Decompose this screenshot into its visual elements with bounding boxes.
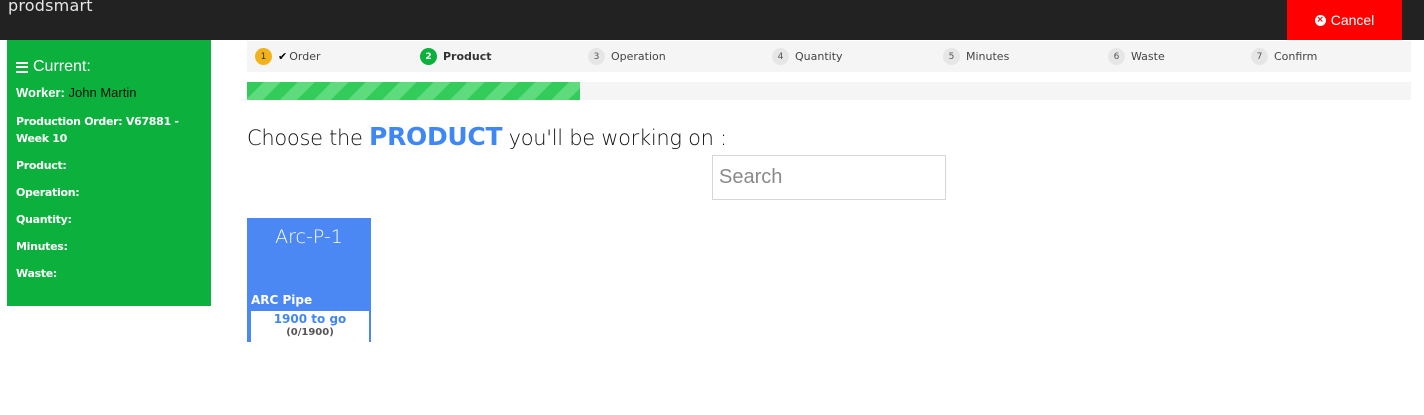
step-label: Operation — [611, 50, 666, 63]
page-heading: Choose the PRODUCT you'll be working on … — [247, 122, 727, 151]
worker-label: Worker: — [16, 85, 65, 100]
step-operation[interactable]: 3 Operation — [588, 48, 666, 65]
heading-text-post: you'll be working on : — [502, 126, 727, 150]
step-quantity[interactable]: 4 Quantity — [772, 48, 843, 65]
product-remaining: 1900 to go — [273, 312, 347, 326]
step-label: Product — [443, 50, 492, 63]
step-number: 5 — [943, 48, 960, 65]
product-count: (0/1900) — [286, 327, 334, 338]
search-input[interactable] — [712, 155, 946, 200]
wizard-progress-bar — [247, 82, 1411, 100]
worker-row: Worker: John Martin — [16, 85, 202, 100]
heading-keyword: PRODUCT — [369, 122, 503, 151]
product-name: ARC Pipe — [251, 293, 313, 307]
close-circle-icon: × — [1314, 14, 1326, 26]
summary-title-label: Current: — [33, 58, 91, 75]
current-summary-panel: Current: Worker: John Martin Production … — [7, 40, 211, 306]
waste-field: Waste: — [16, 267, 58, 280]
product-code: Arc-P-1 — [275, 226, 343, 248]
product-card[interactable]: Arc-P-1 ARC Pipe 1900 to go (0/1900) — [247, 218, 371, 342]
step-product[interactable]: 2 Product — [420, 48, 492, 65]
step-minutes[interactable]: 5 Minutes — [943, 48, 1009, 65]
wizard-steps: 1 ✔ Order 2 Product 3 Operation 4 Quanti… — [247, 41, 1411, 72]
operation-field: Operation: — [16, 186, 80, 199]
step-number: 1 — [255, 48, 272, 65]
step-number: 2 — [420, 48, 437, 65]
step-confirm[interactable]: 7 Confirm — [1251, 48, 1317, 65]
production-order-field: Production Order: V67881 - Week 10 — [16, 115, 179, 145]
brand-logo: prodsmart — [8, 0, 93, 15]
cancel-button-label: Cancel — [1330, 12, 1375, 28]
step-number: 3 — [588, 48, 605, 65]
heading-text-pre: Choose the — [247, 126, 370, 150]
cancel-button[interactable]: × Cancel — [1287, 0, 1402, 40]
step-number: 4 — [772, 48, 789, 65]
menu-icon — [16, 61, 28, 73]
quantity-field: Quantity: — [16, 213, 72, 226]
product-progress: 1900 to go (0/1900) — [251, 311, 369, 342]
step-waste[interactable]: 6 Waste — [1108, 48, 1165, 65]
minutes-field: Minutes: — [16, 240, 68, 253]
summary-title: Current: — [16, 57, 202, 77]
step-label: Waste — [1131, 50, 1165, 63]
product-field: Product: — [16, 159, 67, 172]
step-label: Confirm — [1274, 50, 1318, 63]
step-order[interactable]: 1 ✔ Order — [255, 48, 320, 65]
step-label: Minutes — [966, 50, 1010, 63]
step-label: Order — [289, 50, 321, 63]
step-number: 6 — [1108, 48, 1125, 65]
check-icon: ✔ — [278, 50, 288, 63]
worker-value: John Martin — [68, 85, 137, 100]
step-label: Quantity — [795, 50, 843, 63]
progress-fill — [247, 82, 580, 100]
top-navbar: prodsmart × Cancel — [0, 0, 1424, 40]
step-number: 7 — [1251, 48, 1268, 65]
